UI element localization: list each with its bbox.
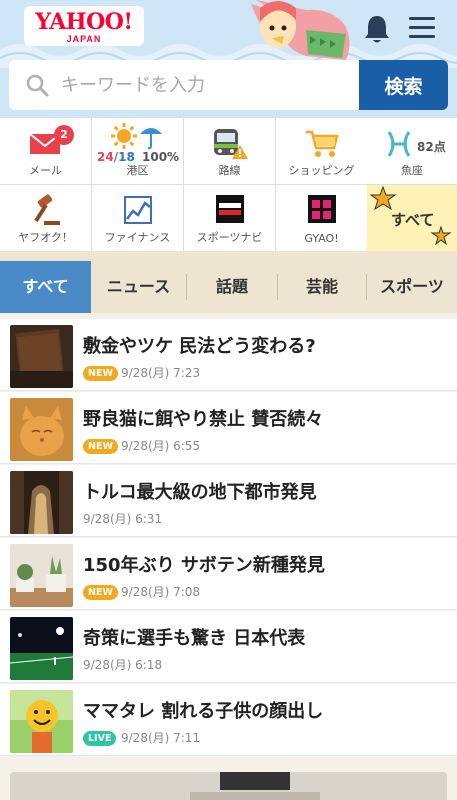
tab-news[interactable]: ニュース	[91, 261, 186, 313]
smiley-mask-photo	[10, 690, 73, 753]
pisces-icon	[387, 131, 411, 157]
all-services-label: すべて	[391, 211, 435, 229]
news-title: 150年ぶり サボテン新種発見	[83, 555, 325, 576]
tab-topics[interactable]: 話題	[187, 261, 277, 313]
service-gyao[interactable]: GYAO!	[276, 185, 367, 251]
yahoo-logo[interactable]: YAHOO! JAPAN	[24, 6, 144, 46]
service-label: 港区	[126, 164, 149, 177]
news-date: 9/28(月) 7:11	[121, 731, 201, 745]
search-box	[9, 60, 359, 110]
news-item[interactable]: 敷金やツケ 民法どう変わる? NEW 9/28(月) 7:23	[0, 319, 457, 391]
service-label: ヤフオク！	[18, 231, 73, 244]
news-item[interactable]: ママタレ 割れる子供の顔出し LIVE 9/28(月) 7:11	[0, 684, 457, 756]
new-tag: NEW	[83, 366, 118, 381]
service-mail[interactable]: 2 メール	[0, 118, 91, 184]
news-date: 9/28(月) 6:55	[121, 439, 201, 453]
news-item[interactable]: 野良猫に餌やり禁止 賛否続々 NEW 9/28(月) 6:55	[0, 392, 457, 464]
book-photo	[10, 325, 73, 388]
new-tag: NEW	[83, 439, 118, 454]
news-title: 敷金やツケ 民法どう変わる?	[83, 336, 316, 357]
featured-card[interactable]	[10, 772, 447, 800]
news-item[interactable]: トルコ最大級の地下都市発見 9/28(月) 6:31	[0, 465, 457, 537]
tab-all[interactable]: すべて	[0, 261, 91, 313]
service-label: 魚座	[401, 164, 423, 177]
hamburger-menu-icon[interactable]	[409, 17, 435, 39]
service-label: 路線	[218, 164, 241, 177]
train-warning-icon	[213, 129, 248, 159]
sportsnavi-logo-icon	[215, 195, 244, 223]
news-title: 奇策に選手も驚き 日本代表	[83, 628, 306, 649]
featured-photo	[10, 772, 447, 800]
services-grid: 2 メール 24/18 100% 港区 路線 ショッピング 82点 魚座 ヤフオ…	[0, 118, 457, 251]
header: YAHOO! JAPAN 検索	[0, 0, 457, 118]
tunnel-photo	[10, 471, 73, 534]
news-date: 9/28(月) 6:31	[83, 512, 163, 526]
search-input[interactable]	[61, 60, 351, 110]
new-tag: NEW	[83, 585, 118, 600]
service-finance[interactable]: ファイナンス	[92, 185, 183, 251]
cactus-photo	[10, 544, 73, 607]
logo-sub: JAPAN	[66, 34, 102, 44]
service-all[interactable]: すべて	[367, 185, 457, 251]
amabie-mascot-icon	[251, 0, 350, 60]
tab-sports[interactable]: スポーツ	[367, 261, 457, 313]
mail-badge: 2	[54, 125, 74, 145]
service-horoscope[interactable]: 82点 魚座	[367, 118, 457, 184]
service-label: メール	[29, 164, 62, 177]
service-label: GYAO!	[304, 232, 339, 245]
service-label: スポーツナビ	[196, 231, 263, 244]
service-shopping[interactable]: ショッピング	[276, 118, 367, 184]
finance-chart-icon	[123, 196, 152, 224]
news-title: 野良猫に餌やり禁止 賛否続々	[83, 409, 324, 430]
stadium-photo	[10, 617, 73, 680]
bell-icon[interactable]	[363, 14, 391, 44]
shopping-cart-icon	[305, 130, 339, 157]
news-date: 9/28(月) 6:18	[83, 658, 163, 672]
news-item[interactable]: 150年ぶり サボテン新種発見 NEW 9/28(月) 7:08	[0, 538, 457, 610]
service-train[interactable]: 路線	[184, 118, 275, 184]
news-item[interactable]: 奇策に選手も驚き 日本代表 9/28(月) 6:18	[0, 611, 457, 683]
logo-text: YAHOO!	[35, 9, 133, 35]
live-tag: LIVE	[83, 731, 117, 746]
horoscope-score: 82点	[417, 140, 446, 154]
service-label: ショッピング	[288, 164, 355, 177]
search-icon	[26, 74, 49, 97]
gyao-logo-icon	[307, 195, 336, 223]
weather-sun-umbrella-icon	[110, 123, 162, 150]
search-button[interactable]: 検索	[359, 60, 448, 110]
service-label: ファイナンス	[104, 231, 171, 244]
news-title: トルコ最大級の地下都市発見	[83, 482, 317, 503]
service-auction[interactable]: ヤフオク！	[0, 185, 91, 251]
tab-entertainment[interactable]: 芸能	[278, 261, 366, 313]
service-sportsnavi[interactable]: スポーツナビ	[184, 185, 275, 251]
news-title: ママタレ 割れる子供の顔出し	[83, 701, 324, 722]
news-date: 9/28(月) 7:23	[121, 366, 201, 380]
cat-photo	[10, 398, 73, 461]
auction-gavel-icon	[33, 194, 60, 225]
news-date: 9/28(月) 7:08	[121, 585, 201, 599]
service-weather[interactable]: 24/18 100% 港区	[92, 118, 183, 184]
